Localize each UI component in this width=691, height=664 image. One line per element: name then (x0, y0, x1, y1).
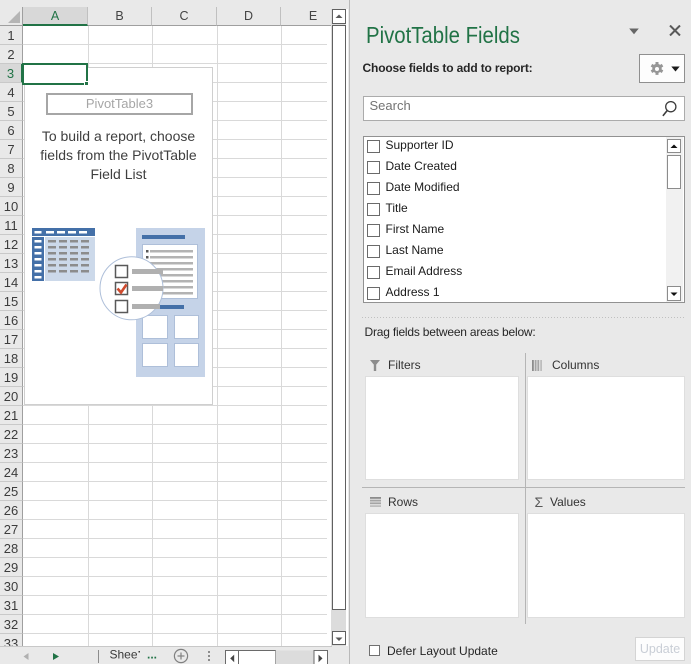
svg-text:...: ... (147, 648, 157, 662)
svg-text:Shee: Shee (110, 648, 138, 662)
